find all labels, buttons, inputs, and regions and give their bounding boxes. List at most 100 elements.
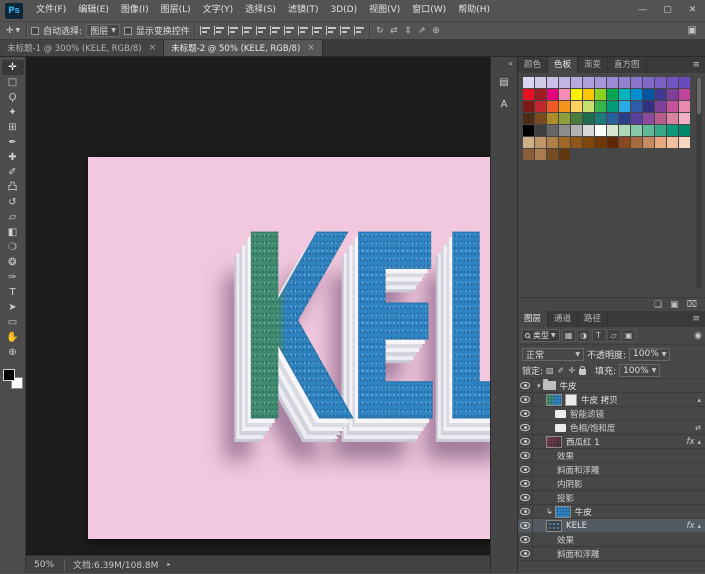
swatches-tab-3[interactable]: 渐变 bbox=[578, 57, 608, 73]
swatches-tab-4[interactable]: 直方图 bbox=[608, 57, 647, 73]
visibility-toggle-icon[interactable] bbox=[520, 424, 530, 431]
swatch[interactable] bbox=[559, 89, 570, 100]
crop-tool[interactable]: ⊞ bbox=[2, 120, 24, 135]
status-menu-arrow-icon[interactable]: ▸ bbox=[167, 561, 170, 568]
swatch[interactable] bbox=[535, 149, 546, 160]
menu-3d[interactable]: 3D(D) bbox=[324, 0, 363, 21]
swatch[interactable] bbox=[607, 113, 618, 124]
layers-tab-1[interactable]: 图层 bbox=[518, 311, 548, 327]
adjustment-layer-filter-icon[interactable]: ◑ bbox=[577, 329, 591, 342]
swatch[interactable] bbox=[667, 125, 678, 136]
swatches-tab-2[interactable]: 色板 bbox=[548, 57, 578, 73]
swatch[interactable] bbox=[523, 101, 534, 112]
swatch[interactable] bbox=[595, 137, 606, 148]
blend-mode-dropdown[interactable]: 正常 ▼ bbox=[522, 348, 584, 361]
disclosure-triangle-icon[interactable]: ▾ bbox=[537, 382, 541, 390]
visibility-toggle-icon[interactable] bbox=[520, 452, 530, 459]
swatch[interactable] bbox=[583, 113, 594, 124]
delete-swatch-icon[interactable]: ⌧ bbox=[687, 300, 697, 310]
swatch[interactable] bbox=[667, 101, 678, 112]
lock-position-icon[interactable]: ✛ bbox=[568, 366, 575, 375]
filter-blend-options-icon[interactable]: ⇄ bbox=[695, 424, 701, 432]
menu-file[interactable]: 文件(F) bbox=[30, 0, 72, 21]
zoom-tool[interactable]: ⊕ bbox=[2, 345, 24, 360]
swatch[interactable] bbox=[523, 113, 534, 124]
visibility-toggle-icon[interactable] bbox=[520, 382, 530, 389]
rectangle-tool[interactable]: ▭ bbox=[2, 315, 24, 330]
swatch[interactable] bbox=[559, 137, 570, 148]
swatch[interactable] bbox=[655, 113, 666, 124]
gradient-tool[interactable]: ◧ bbox=[2, 225, 24, 240]
visibility-toggle-icon[interactable] bbox=[520, 396, 530, 403]
layer-row[interactable]: 西瓜红 1fx▴ bbox=[518, 435, 705, 449]
align-right-edges-icon[interactable] bbox=[269, 25, 281, 36]
layer-row[interactable]: 智能滤镜 bbox=[518, 407, 705, 421]
layer-kind-dropdown[interactable]: 类型 ▼ bbox=[521, 329, 560, 342]
swatch[interactable] bbox=[655, 125, 666, 136]
current-tool-badge[interactable]: ✛ ▼ bbox=[4, 26, 22, 36]
align-bottom-edges-icon[interactable] bbox=[227, 25, 239, 36]
swatch[interactable] bbox=[559, 113, 570, 124]
layer-row[interactable]: 投影 bbox=[518, 491, 705, 505]
menu-help[interactable]: 帮助(H) bbox=[452, 0, 496, 21]
swatch[interactable] bbox=[571, 89, 582, 100]
distribute-top-edges-icon[interactable] bbox=[283, 25, 295, 36]
swatch[interactable] bbox=[559, 101, 570, 112]
layer-row[interactable]: KELEfx▴ bbox=[518, 519, 705, 533]
expand-dock-icon[interactable]: « bbox=[508, 59, 517, 68]
swatch[interactable] bbox=[679, 113, 690, 124]
menu-select[interactable]: 选择(S) bbox=[239, 0, 282, 21]
swatch[interactable] bbox=[547, 101, 558, 112]
collapse-effects-icon[interactable]: ▴ bbox=[697, 438, 701, 446]
tab-close-icon[interactable]: × bbox=[307, 43, 315, 53]
3d-drag-icon[interactable]: ⇕ bbox=[402, 26, 414, 36]
align-vertical-centers-icon[interactable] bbox=[213, 25, 225, 36]
3d-roll-icon[interactable]: ⇄ bbox=[388, 26, 400, 36]
quick-selection-tool[interactable]: ✦ bbox=[2, 105, 24, 120]
layer-row[interactable]: 色相/饱和度⇄ bbox=[518, 421, 705, 435]
brush-tool[interactable]: ✐ bbox=[2, 165, 24, 180]
swatch[interactable] bbox=[571, 101, 582, 112]
3d-slide-icon[interactable]: ⇗ bbox=[416, 26, 428, 36]
swatch[interactable] bbox=[619, 101, 630, 112]
move-tool[interactable]: ✛ bbox=[2, 60, 24, 75]
swatch[interactable] bbox=[643, 101, 654, 112]
swatch[interactable] bbox=[595, 101, 606, 112]
swatches-tab-1[interactable]: 颜色 bbox=[518, 57, 548, 73]
3d-rotate-icon[interactable]: ↻ bbox=[374, 26, 386, 36]
layer-row[interactable]: 内阴影 bbox=[518, 477, 705, 491]
distribute-left-edges-icon[interactable] bbox=[325, 25, 337, 36]
type-layer-filter-icon[interactable]: T bbox=[592, 329, 606, 342]
auto-select-dropdown[interactable]: 图层 ▼ bbox=[86, 24, 120, 37]
swatch[interactable] bbox=[643, 89, 654, 100]
swatch[interactable] bbox=[679, 89, 690, 100]
3d-scale-icon[interactable]: ⊕ bbox=[430, 26, 442, 36]
document-tab-1[interactable]: 未标题-1 @ 300% (KELE, RGB/8)× bbox=[0, 40, 164, 56]
auto-select-checkbox[interactable] bbox=[31, 27, 39, 35]
swatch[interactable] bbox=[631, 77, 642, 88]
shape-layer-filter-icon[interactable]: ▱ bbox=[607, 329, 621, 342]
eyedropper-tool[interactable]: ✒ bbox=[2, 135, 24, 150]
swatch[interactable] bbox=[667, 137, 678, 148]
layers-tab-2[interactable]: 通道 bbox=[548, 311, 578, 327]
visibility-toggle-icon[interactable] bbox=[520, 536, 530, 543]
swatch[interactable] bbox=[619, 77, 630, 88]
collapse-effects-icon[interactable]: ▴ bbox=[697, 522, 701, 530]
visibility-toggle-icon[interactable] bbox=[520, 466, 530, 473]
swatch[interactable] bbox=[535, 77, 546, 88]
layer-row[interactable]: ▾牛皮 bbox=[518, 379, 705, 393]
swatch[interactable] bbox=[667, 89, 678, 100]
minimize-button[interactable]: — bbox=[630, 0, 655, 21]
layer-mask-thumbnail[interactable] bbox=[565, 394, 577, 406]
eraser-tool[interactable]: ▱ bbox=[2, 210, 24, 225]
close-button[interactable]: ✕ bbox=[680, 0, 705, 21]
restore-button[interactable]: ▢ bbox=[655, 0, 680, 21]
swatch[interactable] bbox=[559, 149, 570, 160]
swatch[interactable] bbox=[547, 125, 558, 136]
swatch[interactable] bbox=[523, 77, 534, 88]
swatch[interactable] bbox=[595, 89, 606, 100]
swatch[interactable] bbox=[547, 149, 558, 160]
align-horizontal-centers-icon[interactable] bbox=[255, 25, 267, 36]
lock-image-pixels-icon[interactable]: ✐ bbox=[558, 366, 565, 375]
scrollbar-thumb[interactable] bbox=[697, 78, 701, 114]
